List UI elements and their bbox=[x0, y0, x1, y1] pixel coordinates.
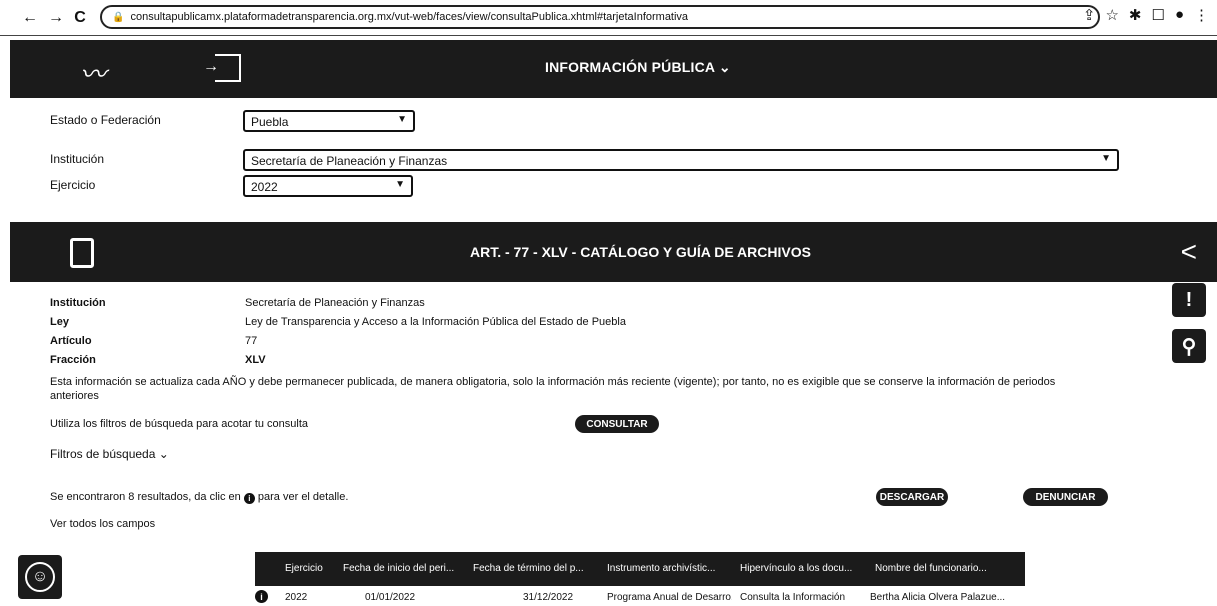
cell-ejercicio: 2022 bbox=[285, 592, 308, 603]
chevron-down-icon: ⌄ bbox=[718, 59, 731, 75]
estado-select[interactable]: Puebla ▼ bbox=[243, 110, 415, 132]
ejercicio-select[interactable]: 2022 ▼ bbox=[243, 175, 413, 197]
filtros-label: Filtros de búsqueda bbox=[50, 447, 156, 461]
informacion-publica-menu[interactable]: INFORMACIÓN PÚBLICA ⌄ bbox=[545, 59, 731, 76]
detail-fraccion-label: Fracción bbox=[50, 354, 96, 366]
detail-articulo-value: 77 bbox=[245, 335, 258, 347]
share-icon[interactable]: < bbox=[1181, 236, 1197, 268]
article-header: ART. - 77 - XLV - CATÁLOGO Y GUÍA DE ARC… bbox=[10, 222, 1217, 282]
accessibility-icon: ☺ bbox=[25, 562, 55, 592]
alert-icon: ! bbox=[1185, 288, 1193, 311]
cell-fecha-termino: 31/12/2022 bbox=[523, 592, 574, 603]
estado-label: Estado o Federación bbox=[50, 113, 161, 127]
estado-value: Puebla bbox=[251, 115, 289, 129]
chevron-down-icon: ▼ bbox=[397, 114, 407, 125]
top-header: 〰 INFORMACIÓN PÚBLICA ⌄ bbox=[10, 40, 1217, 98]
update-note: Esta información se actualiza cada AÑO y… bbox=[50, 376, 1056, 402]
logo: 〰 bbox=[80, 60, 107, 90]
detail-ley-value: Ley de Transparencia y Acceso a la Infor… bbox=[245, 316, 626, 328]
extensions-icon[interactable]: ✱ bbox=[1129, 6, 1142, 24]
cell-hipervinculo-link[interactable]: Consulta la Información bbox=[740, 592, 865, 603]
document-icon bbox=[70, 238, 94, 268]
col-fecha-termino[interactable]: Fecha de término del p... bbox=[473, 563, 593, 574]
col-instrumento[interactable]: Instrumento archivístic... bbox=[607, 563, 722, 574]
ver-todos-link[interactable]: Ver todos los campos bbox=[50, 518, 155, 530]
share-page-icon[interactable]: ⇪ bbox=[1083, 6, 1096, 24]
results-summary: Se encontraron 8 resultados, da clic en … bbox=[50, 491, 348, 504]
cell-fecha-inicio: 01/01/2022 bbox=[365, 592, 416, 603]
search-key-button[interactable]: ⚲ bbox=[1172, 329, 1206, 363]
consultar-button[interactable]: CONSULTAR bbox=[575, 415, 659, 433]
col-hipervinculo[interactable]: Hipervínculo a los docu... bbox=[740, 563, 858, 574]
forward-button[interactable]: → bbox=[46, 8, 66, 28]
detail-ley-label: Ley bbox=[50, 316, 69, 328]
detail-institucion-value: Secretaría de Planeación y Finanzas bbox=[245, 297, 425, 309]
ejercicio-label: Ejercicio bbox=[50, 178, 96, 192]
institucion-select[interactable]: Secretaría de Planeación y Finanzas ▼ bbox=[243, 149, 1119, 171]
detail-fraccion-value: XLV bbox=[245, 354, 266, 366]
browser-actions: ⇪ ☆ ✱ ☐ ● ⋮ bbox=[1083, 6, 1209, 24]
bookmark-star-icon[interactable]: ☆ bbox=[1105, 6, 1118, 24]
window-icon[interactable]: ☐ bbox=[1151, 6, 1164, 24]
filtros-toggle[interactable]: Filtros de búsqueda ⌄ bbox=[50, 447, 169, 461]
browser-toolbar: ← → C 🔒 consultapublicamx.plataformadetr… bbox=[0, 0, 1217, 36]
article-title: ART. - 77 - XLV - CATÁLOGO Y GUÍA DE ARC… bbox=[470, 244, 811, 260]
url-text: consultapublicamx.plataformadetransparen… bbox=[130, 11, 689, 23]
back-button[interactable]: ← bbox=[20, 8, 40, 28]
cell-funcionario: Bertha Alicia Olvera Palazue... bbox=[870, 592, 1006, 603]
ejercicio-value: 2022 bbox=[251, 180, 278, 194]
profile-icon[interactable]: ● bbox=[1175, 6, 1184, 24]
results-found-text: Se encontraron 8 resultados, da clic en bbox=[50, 491, 241, 503]
chevron-down-icon: ▼ bbox=[1101, 153, 1111, 164]
cell-instrumento: Programa Anual de Desarro... bbox=[607, 592, 732, 603]
results-table-header: Ejercicio Fecha de inicio del peri... Fe… bbox=[255, 552, 1025, 586]
menu-icon[interactable]: ⋮ bbox=[1194, 6, 1209, 24]
institucion-label: Institución bbox=[50, 152, 105, 166]
key-search-icon: ⚲ bbox=[1181, 335, 1197, 358]
info-icon[interactable]: i bbox=[255, 590, 268, 603]
institucion-value: Secretaría de Planeación y Finanzas bbox=[251, 154, 448, 168]
accessibility-button[interactable]: ☺ bbox=[18, 555, 62, 599]
search-hint: Utiliza los filtros de búsqueda para aco… bbox=[50, 418, 309, 430]
detail-institucion-label: Institución bbox=[50, 297, 106, 309]
address-bar[interactable]: 🔒 consultapublicamx.plataformadetranspar… bbox=[100, 5, 1100, 29]
col-ejercicio[interactable]: Ejercicio bbox=[285, 563, 323, 574]
lock-icon: 🔒 bbox=[112, 11, 125, 23]
login-document-icon[interactable] bbox=[203, 54, 241, 82]
col-funcionario[interactable]: Nombre del funcionario... bbox=[875, 563, 1015, 574]
informacion-publica-label: INFORMACIÓN PÚBLICA bbox=[545, 59, 715, 75]
detail-articulo-label: Artículo bbox=[50, 335, 92, 347]
reload-button[interactable]: C bbox=[70, 8, 90, 28]
col-fecha-inicio[interactable]: Fecha de inicio del peri... bbox=[343, 563, 455, 574]
table-row: i 2022 01/01/2022 31/12/2022 Programa An… bbox=[255, 588, 1025, 606]
descargar-button[interactable]: DESCARGAR bbox=[876, 488, 948, 506]
chevron-down-icon: ⌄ bbox=[158, 447, 169, 461]
results-detail-text: para ver el detalle. bbox=[257, 491, 349, 503]
info-icon: i bbox=[243, 493, 255, 504]
denunciar-button[interactable]: DENUNCIAR bbox=[1023, 488, 1108, 506]
alert-button[interactable]: ! bbox=[1172, 283, 1206, 317]
chevron-down-icon: ▼ bbox=[395, 179, 405, 190]
